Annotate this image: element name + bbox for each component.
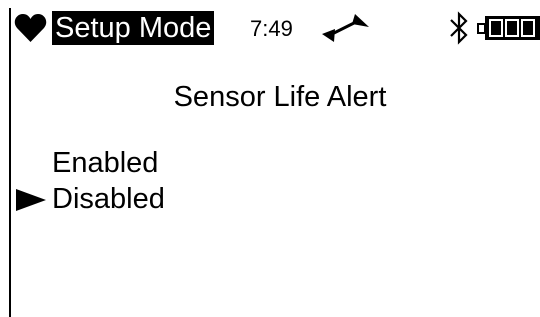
option-label: Enabled bbox=[52, 147, 159, 179]
triangle-right-icon bbox=[16, 189, 46, 211]
option-label: Disabled bbox=[52, 183, 165, 215]
status-bar: Setup Mode 7:49 bbox=[0, 0, 540, 52]
clock: 7:49 bbox=[250, 16, 293, 41]
option-enabled[interactable]: Enabled bbox=[0, 146, 540, 182]
mode-label: Setup Mode bbox=[52, 11, 215, 45]
option-list: Enabled Disabled bbox=[0, 146, 540, 218]
battery-icon bbox=[477, 16, 540, 40]
bluetooth-icon bbox=[450, 11, 468, 45]
option-disabled[interactable]: Disabled bbox=[0, 182, 540, 218]
heart-icon bbox=[14, 14, 47, 42]
signal-icon bbox=[322, 14, 369, 42]
screen-title: Sensor Life Alert bbox=[173, 81, 387, 113]
